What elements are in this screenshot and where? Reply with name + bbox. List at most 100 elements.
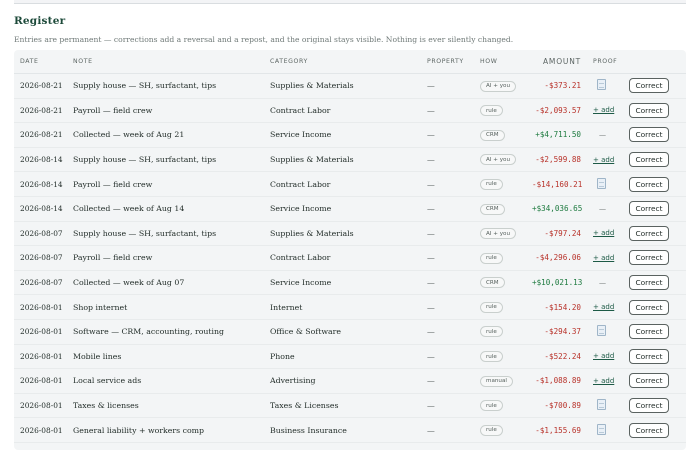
row-category: Contract Labor bbox=[264, 245, 421, 271]
how-badge: rule bbox=[480, 424, 503, 436]
row-date: 2026-08-14 bbox=[14, 196, 67, 222]
correct-button[interactable]: Correct bbox=[629, 152, 669, 168]
row-note: Software — CRM, accounting, routing bbox=[67, 319, 264, 345]
row-property: — bbox=[421, 368, 474, 394]
row-amount: -$797.24 bbox=[526, 221, 587, 247]
add-proof-link[interactable]: + add bbox=[593, 352, 614, 360]
row-how: rule bbox=[474, 171, 526, 197]
row-proof: + add bbox=[587, 221, 627, 247]
row-action: Correct bbox=[627, 270, 686, 296]
row-property: — bbox=[421, 417, 474, 443]
row-date: 2026-08-01 bbox=[14, 294, 67, 320]
row-note: Payroll — field crew bbox=[67, 98, 264, 124]
add-proof-link[interactable]: + add bbox=[593, 377, 614, 385]
row-date: 2026-08-21 bbox=[14, 98, 67, 124]
correct-button[interactable]: Correct bbox=[629, 78, 669, 94]
top-divider bbox=[14, 0, 686, 4]
correct-button[interactable]: Correct bbox=[629, 250, 669, 266]
register-body: 2026-08-21 Supply house — SH, surfactant,… bbox=[14, 73, 686, 443]
row-note: Shop internet bbox=[67, 294, 264, 320]
table-row: 2026-08-01 Taxes & licenses Taxes & Licens… bbox=[14, 393, 686, 419]
correct-button[interactable]: Correct bbox=[629, 324, 669, 340]
document-icon[interactable] bbox=[597, 177, 606, 189]
row-category: Internet bbox=[264, 294, 421, 320]
row-action: Correct bbox=[627, 73, 686, 99]
row-proof bbox=[587, 417, 627, 443]
add-proof-link[interactable]: + add bbox=[593, 254, 614, 262]
row-category: Supplies & Materials bbox=[264, 73, 421, 99]
how-badge: rule bbox=[480, 400, 503, 412]
row-how: CRM bbox=[474, 270, 526, 296]
row-proof bbox=[587, 319, 627, 345]
correct-button[interactable]: Correct bbox=[629, 422, 669, 438]
row-proof: — bbox=[587, 122, 627, 148]
row-date: 2026-08-07 bbox=[14, 270, 67, 296]
row-date: 2026-08-14 bbox=[14, 147, 67, 173]
correct-button[interactable]: Correct bbox=[629, 201, 669, 217]
table-row: 2026-08-01 Shop internet Internet — rule -$15… bbox=[14, 294, 686, 320]
column-header-action bbox=[627, 50, 686, 74]
table-row: 2026-08-14 Collected — week of Aug 14 Serv… bbox=[14, 196, 686, 222]
row-date: 2026-08-14 bbox=[14, 171, 67, 197]
row-proof: + add bbox=[587, 147, 627, 173]
row-action: Correct bbox=[627, 368, 686, 394]
row-category: Service Income bbox=[264, 196, 421, 222]
correct-button[interactable]: Correct bbox=[629, 373, 669, 389]
row-note: Payroll — field crew bbox=[67, 171, 264, 197]
row-note: Supply house — SH, surfactant, tips bbox=[67, 73, 264, 99]
correct-button[interactable]: Correct bbox=[629, 225, 669, 241]
correct-button[interactable]: Correct bbox=[629, 176, 669, 192]
register-table-container: DATE NOTE CATEGORY PROPERTY HOW AMOUNT P… bbox=[14, 50, 686, 450]
row-note: Collected — week of Aug 21 bbox=[67, 122, 264, 148]
row-action: Correct bbox=[627, 122, 686, 148]
row-action: Correct bbox=[627, 417, 686, 443]
correct-button[interactable]: Correct bbox=[629, 275, 669, 291]
row-amount: +$34,036.65 bbox=[526, 196, 587, 222]
document-icon[interactable] bbox=[597, 325, 606, 337]
how-badge: CRM bbox=[480, 203, 505, 215]
add-proof-link[interactable]: + add bbox=[593, 156, 614, 164]
row-category: Phone bbox=[264, 344, 421, 370]
row-proof: + add bbox=[587, 245, 627, 271]
document-icon[interactable] bbox=[597, 423, 606, 435]
row-note: Collected — week of Aug 14 bbox=[67, 196, 264, 222]
row-amount: -$373.21 bbox=[526, 73, 587, 99]
how-badge: CRM bbox=[480, 277, 505, 289]
row-property: — bbox=[421, 221, 474, 247]
row-how: AI + you bbox=[474, 73, 526, 99]
column-header-amount: AMOUNT bbox=[526, 50, 587, 74]
correct-button[interactable]: Correct bbox=[629, 398, 669, 414]
row-how: CRM bbox=[474, 196, 526, 222]
row-amount: -$154.20 bbox=[526, 294, 587, 320]
add-proof-link[interactable]: + add bbox=[593, 106, 614, 114]
correct-button[interactable]: Correct bbox=[629, 348, 669, 364]
row-amount: -$2,599.88 bbox=[526, 147, 587, 173]
row-date: 2026-08-21 bbox=[14, 122, 67, 148]
row-property: — bbox=[421, 245, 474, 271]
row-how: CRM bbox=[474, 122, 526, 148]
row-proof bbox=[587, 73, 627, 99]
row-how: AI + you bbox=[474, 221, 526, 247]
table-row: 2026-08-01 Mobile lines Phone — rule -$522.24… bbox=[14, 344, 686, 370]
correct-button[interactable]: Correct bbox=[629, 299, 669, 315]
row-how: rule bbox=[474, 98, 526, 124]
row-note: General liability + workers comp bbox=[67, 417, 264, 443]
table-row: 2026-08-07 Supply house — SH, surfactant,… bbox=[14, 221, 686, 247]
row-amount: +$10,021.13 bbox=[526, 270, 587, 296]
correct-button[interactable]: Correct bbox=[629, 127, 669, 143]
column-header-property: PROPERTY bbox=[421, 50, 474, 74]
row-how: manual bbox=[474, 368, 526, 394]
proof-empty: — bbox=[599, 130, 606, 139]
correct-button[interactable]: Correct bbox=[629, 102, 669, 118]
document-icon[interactable] bbox=[597, 399, 606, 411]
row-note: Taxes & licenses bbox=[67, 393, 264, 419]
table-row: 2026-08-21 Collected — week of Aug 21 Serv… bbox=[14, 122, 686, 148]
row-how: rule bbox=[474, 319, 526, 345]
document-icon[interactable] bbox=[597, 79, 606, 91]
row-action: Correct bbox=[627, 147, 686, 173]
row-action: Correct bbox=[627, 294, 686, 320]
row-action: Correct bbox=[627, 245, 686, 271]
add-proof-link[interactable]: + add bbox=[593, 229, 614, 237]
add-proof-link[interactable]: + add bbox=[593, 303, 614, 311]
row-property: — bbox=[421, 147, 474, 173]
